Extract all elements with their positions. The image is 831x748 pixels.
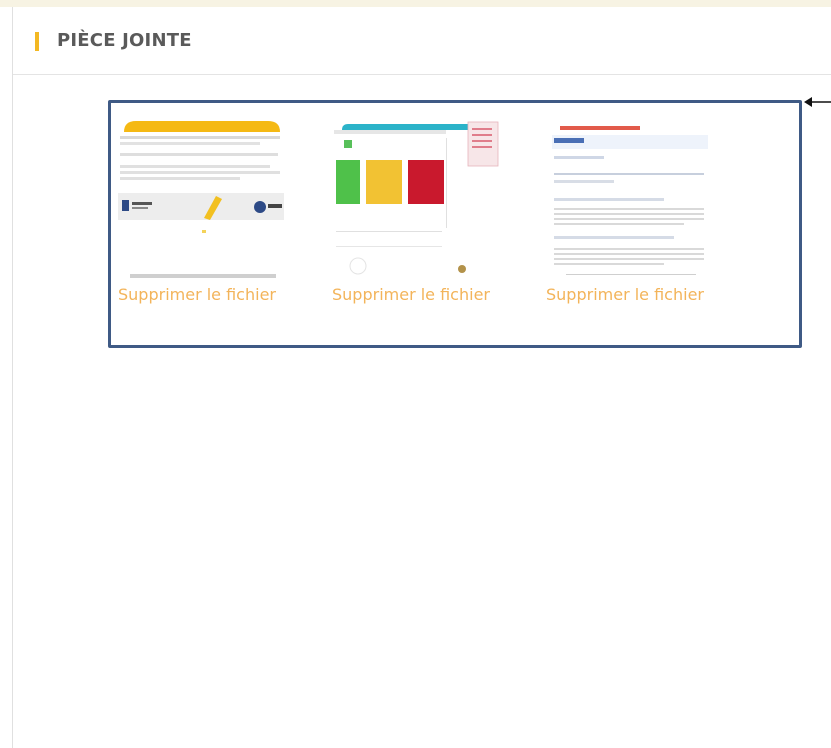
attachment-item: Supprimer le fichier <box>118 118 298 304</box>
panel-title: PIÈCE JOINTE <box>57 30 192 51</box>
delete-file-link[interactable]: Supprimer le fichier <box>546 285 726 304</box>
title-accent-bar <box>35 32 39 51</box>
panel-header: PIÈCE JOINTE <box>13 7 831 75</box>
delete-file-link[interactable]: Supprimer le fichier <box>118 285 298 304</box>
attachment-item: Supprimer le fichier <box>546 118 726 304</box>
attachment-item: Supprimer le fichier <box>332 118 512 304</box>
attachment-thumbnail[interactable] <box>118 118 288 281</box>
arrow-left-icon <box>804 97 831 107</box>
delete-file-link[interactable]: Supprimer le fichier <box>332 285 512 304</box>
attachment-thumbnail[interactable] <box>546 118 716 281</box>
top-strip <box>0 0 831 7</box>
attachment-thumbnail[interactable] <box>332 118 502 281</box>
